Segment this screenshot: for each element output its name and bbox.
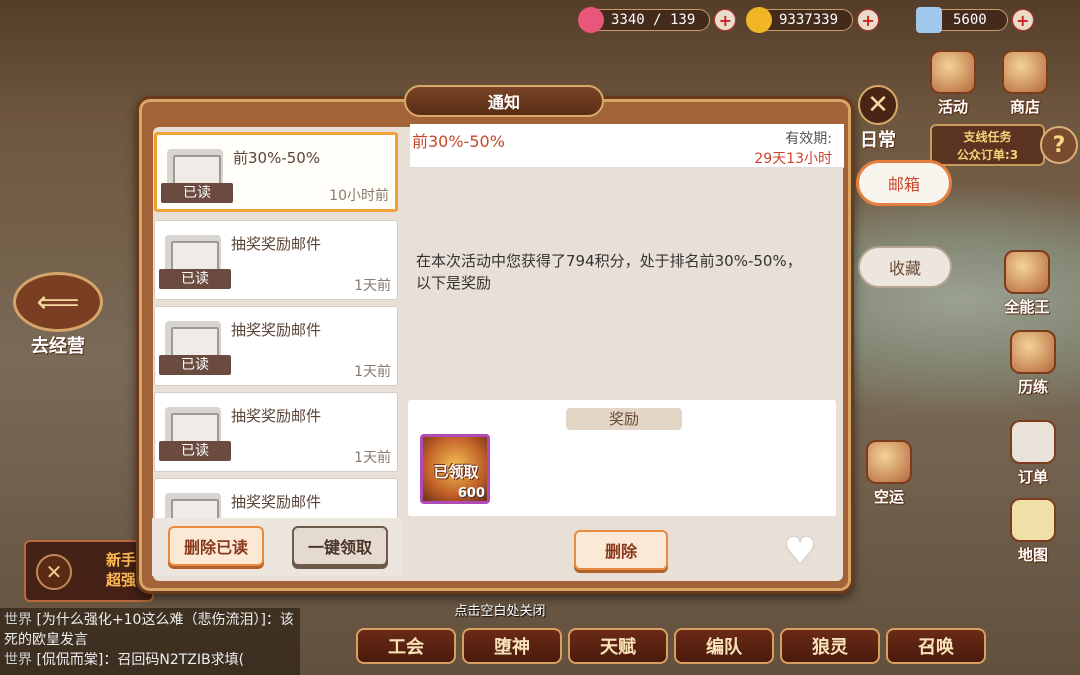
- reward-label: 奖励: [566, 408, 682, 430]
- close-dialog-button[interactable]: ✕: [858, 85, 898, 125]
- claim-all-button[interactable]: 一键领取: [292, 526, 388, 566]
- close-icon: ✕: [867, 90, 889, 120]
- read-status-badge: 已读: [159, 441, 231, 461]
- add-stamina-button[interactable]: +: [714, 9, 737, 31]
- mail-list-item[interactable]: 已读 抽奖奖励邮件: [154, 478, 398, 518]
- mail-list[interactable]: 已读 前30%-50% 10小时前 已读 抽奖奖励邮件 1天前 已读 抽奖奖励邮…: [152, 130, 400, 518]
- shop-menu-button[interactable]: 商店: [1002, 50, 1048, 117]
- add-gold-button[interactable]: +: [857, 9, 880, 31]
- mail-title: 抽奖奖励邮件: [231, 493, 322, 511]
- daily-tasks-label[interactable]: 日常: [860, 126, 896, 152]
- read-status-badge: 已读: [159, 355, 231, 375]
- training-menu-button[interactable]: 历练: [1010, 330, 1056, 397]
- dialog-title: 通知: [404, 85, 604, 117]
- delete-read-button[interactable]: 删除已读: [168, 526, 264, 566]
- nav-summon[interactable]: 召唤: [886, 628, 986, 664]
- mail-time: 1天前: [354, 364, 391, 380]
- read-status-badge: 已读: [159, 269, 231, 289]
- nav-formation[interactable]: 编队: [674, 628, 774, 664]
- mail-time: 1天前: [354, 450, 391, 466]
- mail-body-text: 在本次活动中您获得了794积分，处于排名前30%-50%，以下是奖励: [416, 252, 802, 292]
- read-status-badge: 已读: [161, 183, 233, 203]
- mail-title: 抽奖奖励邮件: [231, 321, 322, 339]
- tab-favorites[interactable]: 收藏: [858, 246, 952, 288]
- heart-icon: [578, 7, 604, 33]
- mail-title: 抽奖奖励邮件: [231, 235, 322, 253]
- arrow-left-icon: ⟸: [13, 272, 103, 332]
- gold-coin-icon: [746, 7, 772, 33]
- envelope-icon: [165, 493, 221, 518]
- mail-title: 前30%-50%: [233, 149, 321, 167]
- newbie-promo-panel[interactable]: ✕ 新手 超强: [24, 540, 154, 602]
- stamina-counter: 3340 / 139 +: [578, 7, 737, 33]
- expiry-label: 有效期:: [785, 131, 832, 147]
- air-transport-button[interactable]: 空运: [866, 440, 912, 507]
- mail-list-item[interactable]: 已读 抽奖奖励邮件 1天前: [154, 392, 398, 472]
- airship-icon: [866, 440, 912, 484]
- event-menu-button[interactable]: 活动: [930, 50, 976, 117]
- map-icon: [1010, 498, 1056, 542]
- mail-list-item[interactable]: 已读 前30%-50% 10小时前: [154, 132, 398, 212]
- mail-list-item[interactable]: 已读 抽奖奖励邮件 1天前: [154, 306, 398, 386]
- shop-icon: [1002, 50, 1048, 94]
- help-button[interactable]: ?: [1040, 126, 1078, 164]
- gold-counter: 9337339 +: [746, 7, 880, 33]
- favorite-heart-icon[interactable]: ♥: [780, 534, 820, 570]
- chat-message: 世界 [侃侃而棠]：召回码N2TZIB求填(: [4, 652, 245, 668]
- gem-counter: 5600 +: [916, 7, 1034, 33]
- crystal-icon: [916, 7, 942, 33]
- allrounder-menu-button[interactable]: 全能王: [1004, 250, 1050, 317]
- side-quest-banner[interactable]: 支线任务 公众订单:3: [930, 124, 1045, 166]
- clipboard-icon: [1010, 420, 1056, 464]
- tab-mailbox[interactable]: 邮箱: [856, 160, 952, 206]
- reward-item[interactable]: 已领取 600: [420, 434, 490, 504]
- nav-guild[interactable]: 工会: [356, 628, 456, 664]
- reward-quantity: 600: [457, 486, 485, 501]
- mail-detail-title: 前30%-50%: [412, 132, 505, 151]
- mail-title: 抽奖奖励邮件: [231, 407, 322, 425]
- nav-wolf-spirit[interactable]: 狼灵: [780, 628, 880, 664]
- sword-icon: ✕: [36, 554, 72, 590]
- close-hint-text: 点击空白处关闭: [454, 604, 546, 619]
- character-icon: [1004, 250, 1050, 294]
- nav-fallen-gods[interactable]: 堕神: [462, 628, 562, 664]
- add-gems-button[interactable]: +: [1011, 9, 1034, 31]
- claimed-stamp: 已领取: [433, 463, 479, 481]
- mail-list-item[interactable]: 已读 抽奖奖励邮件 1天前: [154, 220, 398, 300]
- orders-menu-button[interactable]: 订单: [1010, 420, 1056, 487]
- go-to-business-button[interactable]: ⟸ 去经营: [8, 272, 108, 358]
- delete-mail-button[interactable]: 删除: [574, 530, 668, 570]
- map-menu-button[interactable]: 地图: [1010, 498, 1056, 565]
- mail-time: 1天前: [354, 278, 391, 294]
- mail-time: 10小时前: [329, 188, 389, 204]
- expiry-value: 29天13小时: [754, 151, 832, 167]
- book-icon: [1010, 330, 1056, 374]
- event-icon: [930, 50, 976, 94]
- nav-talent[interactable]: 天赋: [568, 628, 668, 664]
